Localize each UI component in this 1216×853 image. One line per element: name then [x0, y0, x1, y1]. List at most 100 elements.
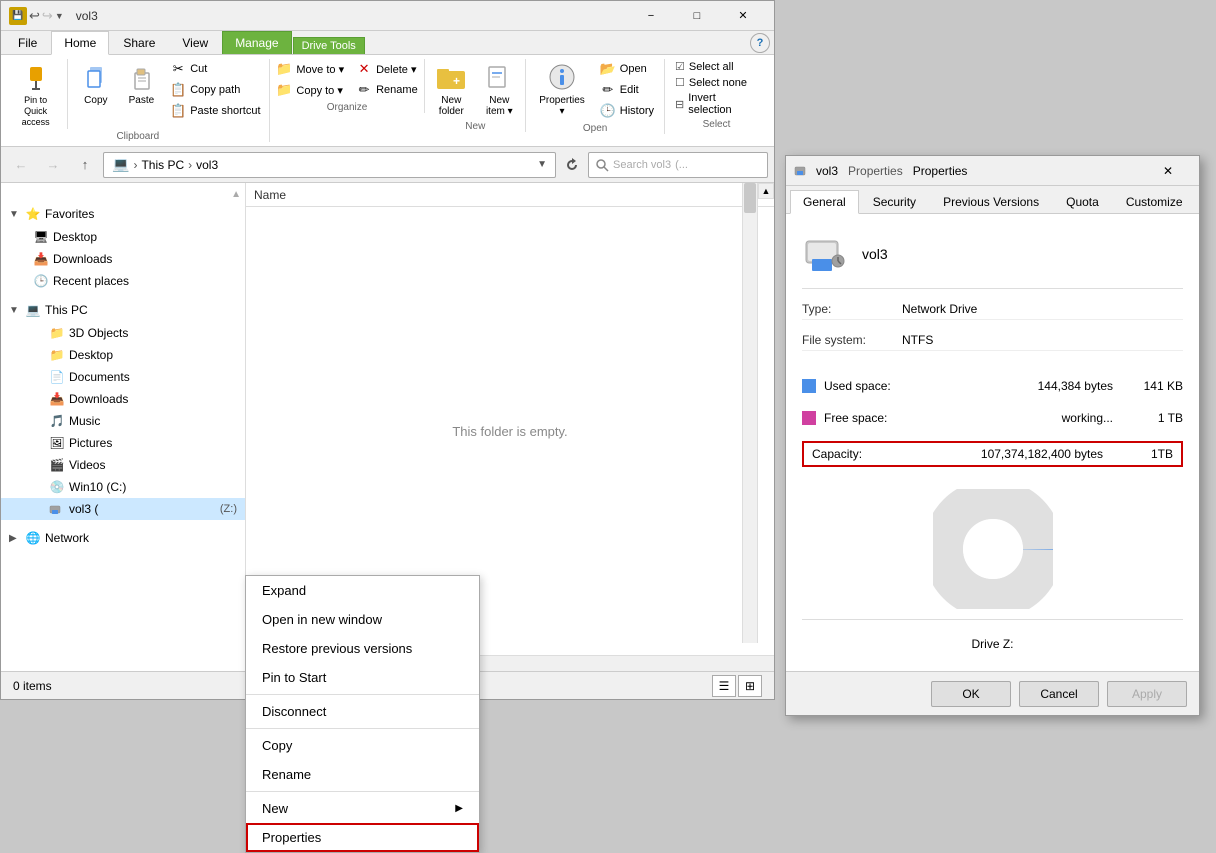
details-view-button[interactable]: ☰ — [712, 675, 736, 697]
ctx-rename[interactable]: Rename — [246, 760, 479, 789]
nav-desktop-pc[interactable]: 📁 Desktop — [1, 344, 245, 366]
vol3-drive-letter: (Z:) — [220, 503, 237, 515]
dialog-tab-quota[interactable]: Quota — [1053, 190, 1112, 213]
dialog-tab-security[interactable]: Security — [860, 190, 929, 213]
new-item-button[interactable]: Newitem ▾ — [477, 59, 521, 119]
ctx-new[interactable]: New ▶ — [246, 794, 479, 823]
address-bar: ← → ↑ 💻 › This PC › vol3 ▼ Search vol3 — [1, 147, 774, 183]
nav-downloads[interactable]: 📥 Downloads — [1, 248, 245, 270]
up-button[interactable]: ↑ — [71, 151, 99, 179]
tab-manage[interactable]: Manage — [222, 31, 291, 54]
dialog-title-bar: vol3 Properties Properties ✕ — [786, 156, 1199, 186]
videos-label: Videos — [69, 458, 237, 472]
ctx-open-new-window[interactable]: Open in new window — [246, 605, 479, 634]
cancel-button[interactable]: Cancel — [1019, 681, 1099, 707]
nav-pictures[interactable]: 🖼 Pictures — [1, 432, 245, 454]
copy-button[interactable]: Copy — [75, 59, 117, 108]
pin-quick-access-button[interactable]: Pin to Quick access — [11, 59, 60, 129]
capacity-row: Capacity: 107,374,182,400 bytes 1TB — [802, 441, 1183, 467]
dialog-title-text: vol3 — [816, 164, 838, 178]
select-all-button[interactable]: ☑ Select all — [671, 59, 762, 74]
dialog-tab-general[interactable]: General — [790, 190, 859, 214]
open-button[interactable]: 📂 Open — [596, 59, 658, 79]
copy-to-button[interactable]: 📁 Copy to ▾ — [272, 80, 348, 100]
address-dropdown-icon[interactable]: ▼ — [537, 159, 547, 170]
scroll-up-button[interactable]: ▲ — [758, 183, 774, 199]
rename-button[interactable]: ✏ Rename — [352, 80, 422, 100]
back-button[interactable]: ← — [7, 151, 35, 179]
nav-desktop[interactable]: 🖥 Desktop — [1, 226, 245, 248]
minimize-button[interactable]: − — [628, 1, 674, 31]
ctx-pin-start[interactable]: Pin to Start — [246, 663, 479, 692]
vertical-scrollbar[interactable] — [742, 183, 758, 643]
nav-3d-objects[interactable]: 📁 3D Objects — [1, 322, 245, 344]
properties-button[interactable]: Properties ▾ — [532, 59, 592, 119]
close-button[interactable]: ✕ — [720, 1, 766, 31]
invert-selection-button[interactable]: ⊟ Invert selection — [671, 91, 762, 117]
tab-share[interactable]: Share — [110, 31, 168, 54]
name-column-header[interactable]: Name — [254, 188, 286, 202]
help-button[interactable]: ? — [750, 33, 770, 53]
nav-recent[interactable]: 🕒 Recent places — [1, 270, 245, 292]
type-row: Type: Network Drive — [802, 299, 1183, 320]
dialog-tab-previous-versions[interactable]: Previous Versions — [930, 190, 1052, 213]
nav-music[interactable]: 🎵 Music — [1, 410, 245, 432]
paste-button[interactable]: Paste — [121, 59, 163, 108]
open-small-btns: 📂 Open ✏ Edit 🕒 History — [596, 59, 658, 121]
tab-file[interactable]: File — [5, 31, 50, 54]
favorites-header[interactable]: ▼ ⭐ Favorites — [1, 202, 245, 226]
paste-shortcut-button[interactable]: 📋 Paste shortcut — [166, 101, 264, 121]
dialog-close-button[interactable]: ✕ — [1145, 156, 1191, 186]
used-color-box — [802, 379, 816, 393]
nav-collapse-icon[interactable]: ▲ — [231, 189, 241, 200]
undo-icon[interactable]: ↩ — [29, 8, 40, 24]
organize-group-label: Organize — [276, 102, 419, 113]
large-icons-view-button[interactable]: ⊞ — [738, 675, 762, 697]
ctx-copy[interactable]: Copy — [246, 731, 479, 760]
apply-button[interactable]: Apply — [1107, 681, 1187, 707]
new-folder-button[interactable]: + Newfolder — [429, 59, 473, 119]
history-button[interactable]: 🕒 History — [596, 101, 658, 121]
rename-icon: ✏ — [356, 82, 372, 98]
copy-path-button[interactable]: 📋 Copy path — [166, 80, 264, 100]
qs-dropdown-icon[interactable]: ▼ — [55, 11, 64, 21]
cut-button[interactable]: ✂ Cut — [166, 59, 264, 79]
scrollbar-thumb[interactable] — [744, 183, 756, 213]
ok-button[interactable]: OK — [931, 681, 1011, 707]
nav-win10[interactable]: 💿 Win10 (C:) — [1, 476, 245, 498]
ctx-restore-versions[interactable]: Restore previous versions — [246, 634, 479, 663]
save-icon[interactable]: 💾 — [9, 7, 27, 25]
delete-button[interactable]: ✕ Delete ▾ — [352, 59, 422, 79]
this-pc-header[interactable]: ▼ 💻 This PC — [1, 298, 245, 322]
network-icon: 🌐 — [25, 530, 41, 546]
history-label: History — [620, 105, 654, 117]
network-header[interactable]: ▶ 🌐 Network — [1, 526, 245, 550]
forward-button[interactable]: → — [39, 151, 67, 179]
nav-documents[interactable]: 📄 Documents — [1, 366, 245, 388]
tab-view[interactable]: View — [169, 31, 221, 54]
address-box[interactable]: 💻 › This PC › vol3 ▼ — [103, 152, 556, 178]
3d-objects-icon: 📁 — [49, 325, 65, 341]
copy-path-label: Copy path — [190, 84, 240, 96]
vol3-nav-label: vol3 ( — [69, 502, 214, 516]
move-to-button[interactable]: 📁 Move to ▾ — [272, 59, 348, 79]
desktop-pc-icon: 📁 — [49, 347, 65, 363]
new-group: + Newfolder Newitem ▾ N — [425, 59, 526, 132]
maximize-button[interactable]: □ — [674, 1, 720, 31]
ctx-properties[interactable]: Properties — [246, 823, 479, 852]
nav-videos[interactable]: 🎬 Videos — [1, 454, 245, 476]
dialog-tab-customize[interactable]: Customize — [1113, 190, 1196, 213]
refresh-button[interactable] — [560, 153, 584, 177]
pin-label: Pin to Quick access — [17, 95, 54, 127]
nav-downloads-pc[interactable]: 📥 Downloads — [1, 388, 245, 410]
ctx-disconnect[interactable]: Disconnect — [246, 697, 479, 726]
redo-icon[interactable]: ↪ — [42, 8, 53, 24]
select-none-button[interactable]: ☐ Select none — [671, 75, 762, 90]
nav-vol3[interactable]: vol3 ( (Z:) — [1, 498, 245, 520]
open-icon: 📂 — [600, 61, 616, 77]
dialog-title-left: vol3 Properties Properties — [794, 164, 967, 178]
ctx-expand[interactable]: Expand — [246, 576, 479, 605]
edit-button[interactable]: ✏ Edit — [596, 80, 658, 100]
search-box[interactable]: Search vol3 (... — [588, 152, 768, 178]
tab-home[interactable]: Home — [51, 31, 109, 55]
